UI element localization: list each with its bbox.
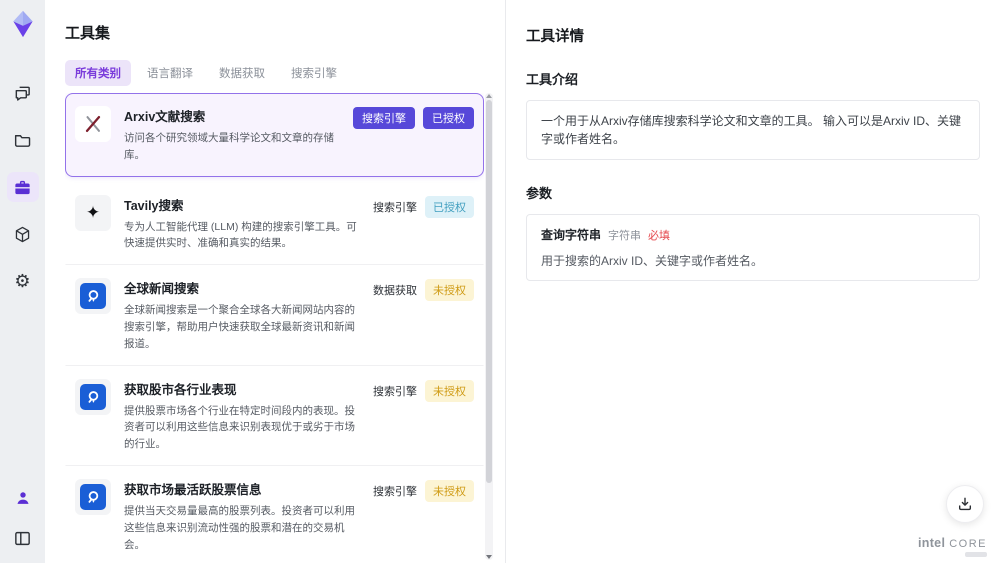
params-heading: 参数	[526, 186, 553, 201]
magnifier-blue-icon	[75, 378, 111, 415]
scroll-down-arrow[interactable]	[486, 555, 492, 559]
tool-category-tag: 数据获取	[373, 285, 417, 298]
details-title: 工具详情	[526, 29, 584, 45]
scrollbar-thumb[interactable]	[486, 100, 492, 483]
tool-list-item[interactable]: ✦ Tavily搜索 专为人工智能代理 (LLM) 构建的搜索引擎工具。可快速提…	[65, 182, 484, 266]
param-description: 用于搜索的Arxiv ID、关键字或作者姓名。	[541, 254, 764, 268]
tool-list-item[interactable]: 获取股市各行业表现 提供股票市场各个行业在特定时间段内的表现。投资者可以利用这些…	[65, 366, 484, 466]
folder-icon[interactable]	[7, 125, 39, 155]
tool-name: Tavily搜索	[124, 198, 184, 213]
tool-name: 获取市场最活跃股票信息	[124, 482, 262, 497]
scrollbar[interactable]	[485, 93, 493, 560]
intel-core-logo: intel CORE	[918, 536, 987, 557]
app-logo	[8, 8, 38, 40]
download-button[interactable]	[946, 485, 984, 523]
tool-intro-text: 一个用于从Arxiv存储库搜索科学论文和文章的工具。 输入可以是Arxiv ID…	[541, 114, 962, 146]
details-panel: 工具详情 工具介绍 一个用于从Arxiv存储库搜索科学论文和文章的工具。 输入可…	[505, 0, 1000, 563]
parameter-card: 查询字符串 字符串 必填 用于搜索的Arxiv ID、关键字或作者姓名。	[526, 214, 980, 281]
download-icon	[958, 497, 972, 511]
page-title: 工具集	[65, 25, 111, 42]
sidebar-bottom	[7, 483, 39, 553]
panel-toggle-icon[interactable]	[7, 523, 39, 553]
tool-category-tag: 搜索引擎	[373, 485, 417, 498]
tab-translate[interactable]: 语言翻译	[137, 60, 203, 86]
tab-search[interactable]: 搜索引擎	[281, 60, 347, 86]
tavily-star-icon: ✦	[75, 194, 111, 231]
tool-description: 全球新闻搜索是一个聚合全球各大新闻网站内容的搜索引擎，帮助用户快速获取全球最新资…	[124, 304, 355, 350]
app-window: ⚙ 工具集 所有类别 语言翻译 数据获取 搜索引擎 Arxiv文献搜索 访问各个…	[0, 0, 1000, 563]
tools-panel: 工具集 所有类别 语言翻译 数据获取 搜索引擎 Arxiv文献搜索 访问各个研究领域大…	[45, 0, 505, 563]
tab-all[interactable]: 所有类别	[65, 60, 131, 86]
tool-category-tag: 搜索引擎	[373, 201, 417, 214]
tool-status-badge: 已授权	[423, 107, 474, 129]
intro-heading: 工具介绍	[526, 72, 579, 87]
user-icon[interactable]	[7, 483, 39, 513]
arxiv-logo-icon	[75, 106, 111, 142]
category-tabs: 所有类别 语言翻译 数据获取 搜索引擎	[65, 60, 505, 86]
sidebar: ⚙	[0, 0, 45, 563]
scroll-up-arrow[interactable]	[486, 94, 492, 98]
cube-icon[interactable]	[7, 219, 39, 249]
tool-name: 获取股市各行业表现	[124, 382, 237, 397]
param-type: 字符串	[608, 230, 642, 242]
tool-status-badge: 未授权	[425, 379, 474, 402]
tool-status-badge: 未授权	[425, 479, 474, 502]
param-name: 查询字符串	[541, 228, 602, 242]
tool-list-item[interactable]: 获取市场最活跃股票信息 提供当天交易量最高的股票列表。投资者可以利用这些信息来识…	[65, 466, 484, 555]
tab-data[interactable]: 数据获取	[209, 60, 275, 86]
sidebar-nav: ⚙	[6, 78, 39, 296]
param-required-badge: 必填	[648, 230, 671, 242]
tool-description: 提供股票市场各个行业在特定时间段内的表现。投资者可以利用这些信息来识别表现优于或…	[124, 404, 355, 451]
intel-core-sub-mark	[965, 552, 987, 557]
tool-list: Arxiv文献搜索 访问各个研究领域大量科学论文和文章的存储库。 搜索引擎 已授…	[65, 93, 484, 555]
tool-category-tag: 搜索引擎	[373, 385, 417, 398]
tool-description: 专为人工智能代理 (LLM) 构建的搜索引擎工具。可快速提供实时、准确和真实的结…	[124, 220, 357, 250]
tool-list-item[interactable]: 全球新闻搜索 全球新闻搜索是一个聚合全球各大新闻网站内容的搜索引擎，帮助用户快速…	[65, 265, 484, 366]
magnifier-blue-icon	[75, 278, 111, 315]
tool-list-item[interactable]: Arxiv文献搜索 访问各个研究领域大量科学论文和文章的存储库。 搜索引擎 已授…	[65, 93, 484, 177]
tool-status-badge: 未授权	[425, 279, 474, 302]
toolbox-icon[interactable]	[6, 172, 39, 202]
gear-icon[interactable]: ⚙	[7, 266, 39, 296]
chat-icon[interactable]	[7, 78, 39, 108]
tool-name: Arxiv文献搜索	[124, 110, 206, 124]
magnifier-blue-icon	[75, 478, 111, 515]
tool-name: 全球新闻搜索	[124, 282, 200, 297]
tool-category-tag: 搜索引擎	[353, 107, 415, 129]
tool-description: 访问各个研究领域大量科学论文和文章的存储库。	[124, 132, 334, 161]
tool-status-badge: 已授权	[425, 195, 474, 218]
tool-description: 提供当天交易量最高的股票列表。投资者可以利用这些信息来识别流动性强的股票和潜在的…	[124, 504, 355, 551]
